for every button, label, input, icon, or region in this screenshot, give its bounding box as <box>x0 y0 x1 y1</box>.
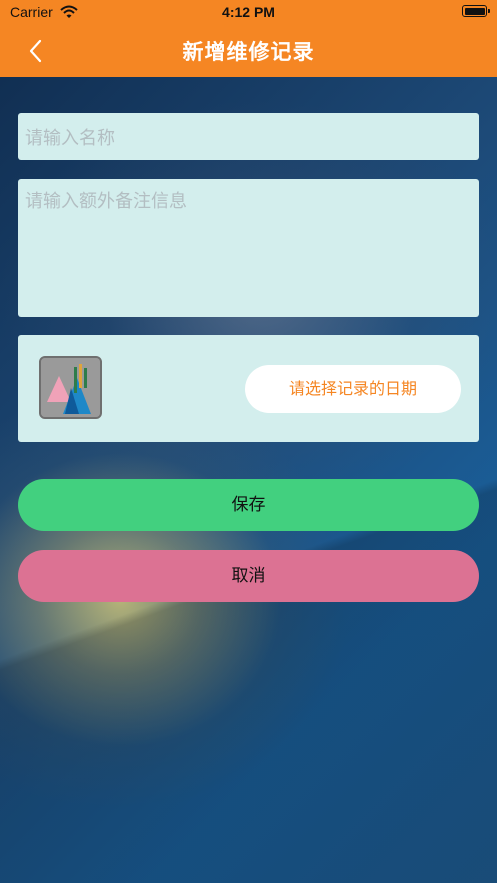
photo-date-panel: 请选择记录的日期 <box>18 335 479 442</box>
save-button[interactable]: 保存 <box>18 479 479 531</box>
status-bar: Carrier 4:12 PM <box>0 0 497 26</box>
nav-bar: Carrier 4:12 PM 新增维修记录 <box>0 0 497 77</box>
image-placeholder-icon <box>41 358 100 417</box>
cancel-button[interactable]: 取消 <box>18 550 479 602</box>
page-title: 新增维修记录 <box>182 40 315 64</box>
battery-icon <box>462 5 490 17</box>
notes-textarea[interactable]: 请输入额外备注信息 <box>18 179 479 317</box>
clock: 4:12 PM <box>222 4 275 20</box>
name-input-placeholder: 请输入名称 <box>25 128 115 149</box>
name-input[interactable]: 请输入名称 <box>18 113 479 160</box>
notes-textarea-placeholder: 请输入额外备注信息 <box>25 191 187 212</box>
select-date-button[interactable]: 请选择记录的日期 <box>245 365 461 413</box>
image-picker-button[interactable] <box>39 356 102 419</box>
